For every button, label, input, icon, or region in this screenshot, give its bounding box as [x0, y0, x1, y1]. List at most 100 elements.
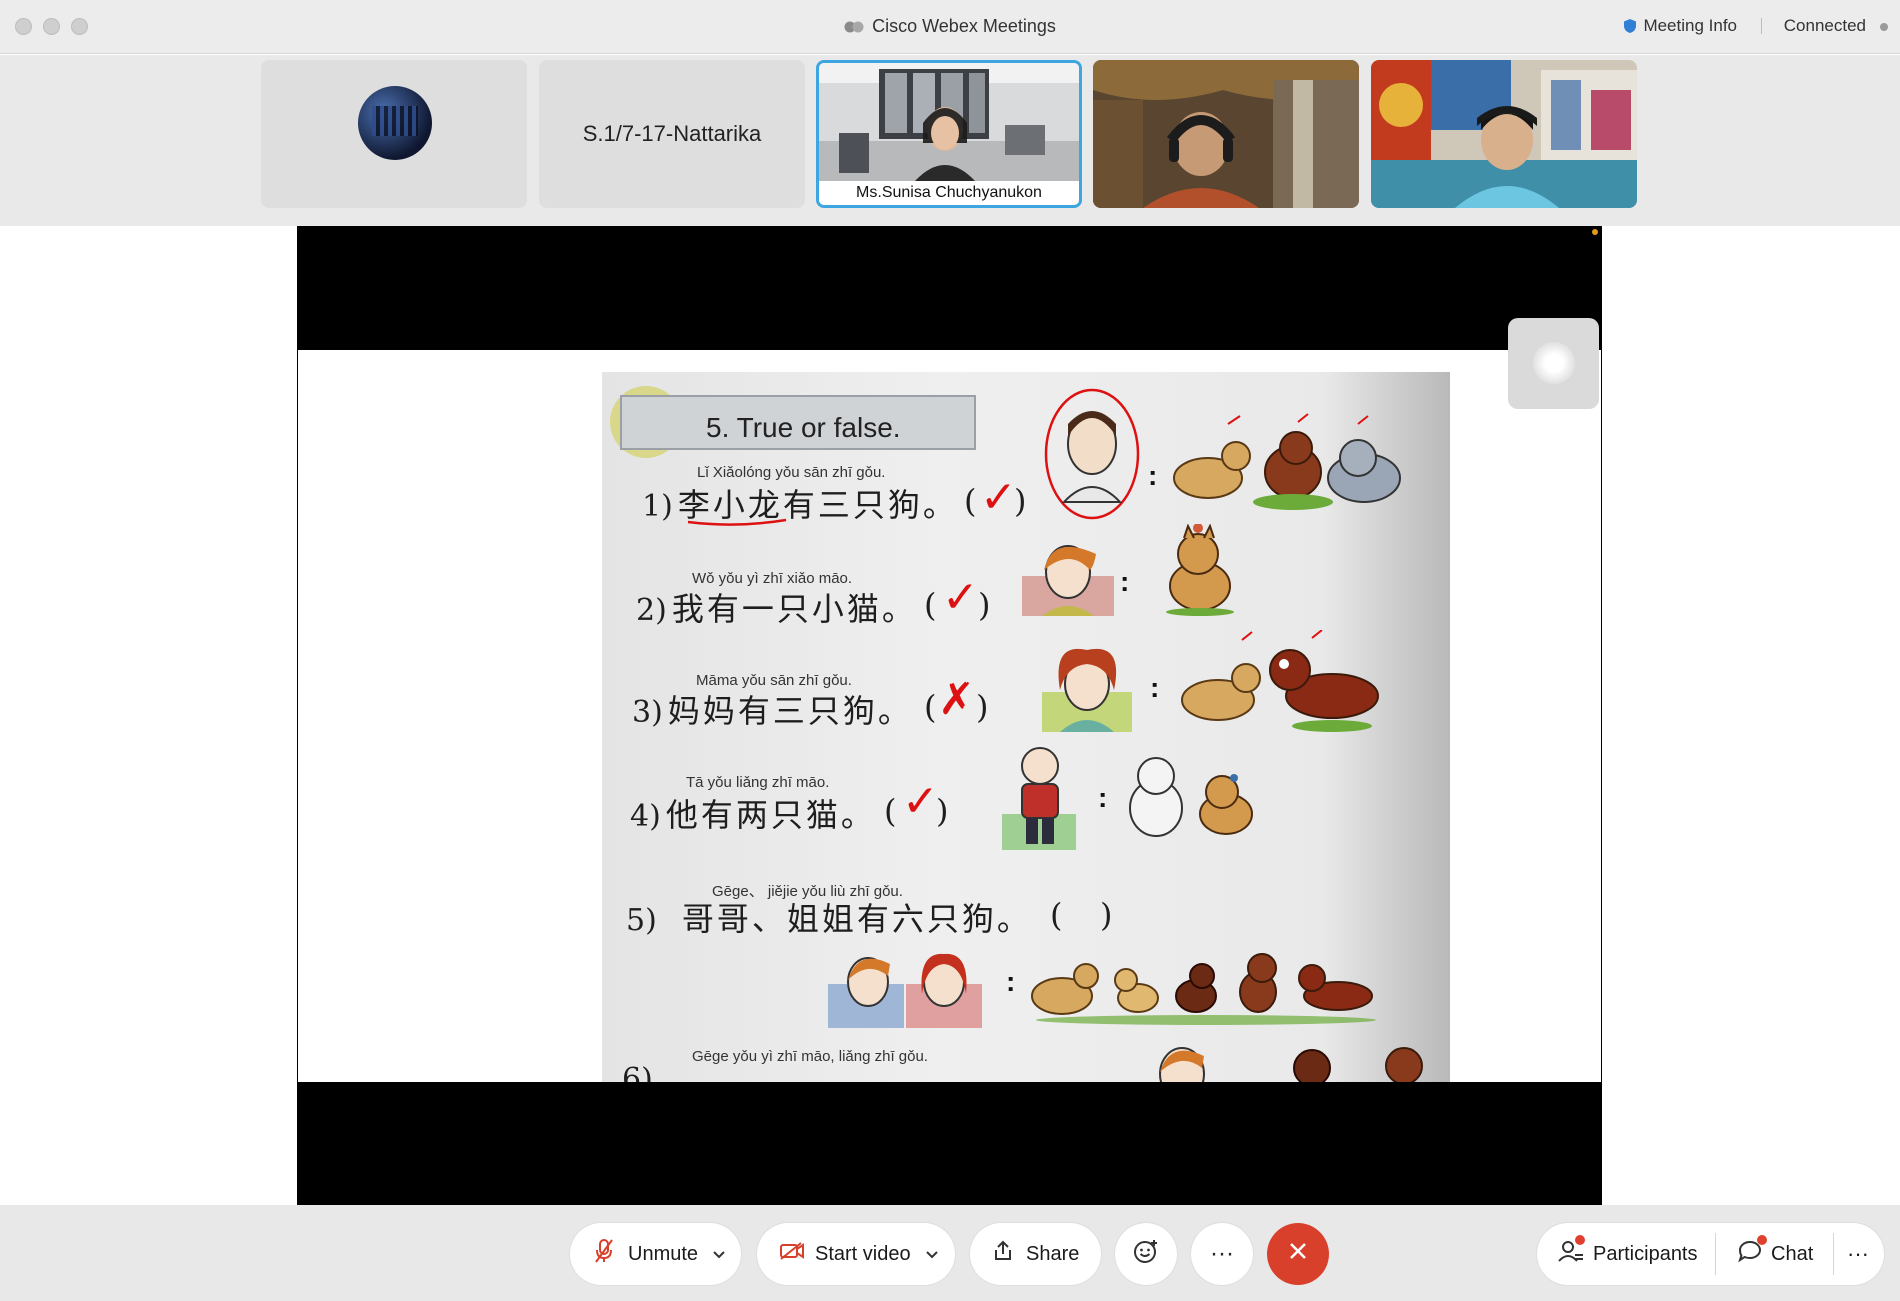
chat-button[interactable]: Chat [1737, 1223, 1813, 1285]
answer-paren-close: ) [936, 792, 949, 830]
start-video-label: Start video [815, 1242, 911, 1265]
reactions-button[interactable] [1115, 1223, 1177, 1285]
chat-label: Chat [1771, 1242, 1814, 1265]
answer-paren-open: ( [924, 688, 937, 726]
item-1-pinyin: Lǐ Xiǎolóng yǒu sān zhī gǒu. [697, 464, 886, 481]
item-2-check-mark: ✓ [942, 572, 979, 623]
divider [1715, 1233, 1716, 1275]
character-portrait-circled [1044, 388, 1140, 520]
character-figure [1002, 747, 1076, 850]
item-3-sentence: 3) 妈妈有三只狗。 [632, 686, 913, 732]
participant-tile-avatar[interactable] [261, 60, 527, 208]
participants-label: Participants [1593, 1242, 1698, 1265]
item-hanzi: 他有两只猫。 [665, 796, 876, 834]
two-characters-portrait [828, 953, 982, 1028]
item-6-illustration [1159, 1047, 1423, 1082]
answer-paren-open: ( [1050, 896, 1063, 934]
chevron-down-icon[interactable] [712, 1243, 726, 1266]
item-number: 6) [622, 1062, 653, 1082]
participant-tile-named[interactable]: S.1/7-17-Nattarika [539, 60, 805, 208]
share-icon [992, 1240, 1014, 1268]
item-hanzi: 妈妈有三只狗。 [667, 692, 913, 730]
item-hanzi: 我有一只小猫。 [671, 590, 917, 628]
participants-button[interactable]: Participants [1557, 1223, 1698, 1285]
answer-paren-open: ( [924, 586, 937, 624]
item-number: 5) [626, 903, 657, 938]
muted-microphone-icon [594, 1238, 614, 1270]
annotation-knob-icon [1533, 342, 1575, 384]
exercise-title: True or false. [736, 412, 901, 443]
unmute-button[interactable]: Unmute [570, 1223, 741, 1285]
connection-status: Connected [1783, 16, 1866, 35]
item-6-sentence: 6) [622, 1062, 653, 1082]
cat-illustration [1166, 524, 1234, 616]
leave-meeting-button[interactable] [1267, 1223, 1329, 1285]
item-colon: : [1098, 782, 1108, 813]
participant-tile-video[interactable] [1371, 60, 1637, 208]
notification-badge [1575, 1235, 1585, 1245]
participant-tile-active-speaker[interactable]: Ms.Sunisa Chuchyanukon [816, 60, 1082, 208]
item-colon: : [1150, 672, 1160, 703]
answer-paren-open: ( [884, 792, 897, 830]
notification-badge [1757, 1235, 1767, 1245]
item-number: 3) [632, 695, 663, 730]
start-video-button[interactable]: Start video [757, 1223, 955, 1285]
item-4-check-mark: ✓ [902, 776, 939, 827]
title-separator [1761, 18, 1762, 34]
connection-indicator-icon [1880, 23, 1888, 31]
panel-button-group: Participants Chat ··· [1537, 1223, 1884, 1285]
item-4-pinyin: Tā yǒu liǎng zhī māo. [686, 774, 830, 791]
participant-name: S.1/7-17-Nattarika [582, 121, 762, 146]
character-portrait [1022, 545, 1114, 616]
title-bar: Cisco Webex Meetings Meeting Info Connec… [0, 0, 1900, 54]
item-colon: : [1006, 966, 1016, 997]
participant-video [819, 63, 1079, 181]
item-6-pinyin: Gēge yǒu yì zhī māo, liǎng zhī gǒu. [692, 1048, 928, 1065]
video-off-icon [779, 1241, 805, 1267]
unmute-label: Unmute [628, 1242, 699, 1265]
floating-annotation-control[interactable] [1508, 318, 1599, 409]
participant-video [1093, 60, 1359, 208]
six-dogs-illustration [1031, 953, 1376, 1025]
answer-paren-close: ) [976, 688, 989, 726]
more-options-button[interactable]: ··· [1191, 1223, 1253, 1285]
exercise-number: 5. [706, 412, 730, 443]
shield-icon [1623, 18, 1637, 39]
webex-logo-icon [844, 19, 864, 40]
participant-tile-video[interactable] [1093, 60, 1359, 208]
share-label: Share [1026, 1242, 1080, 1265]
item-5-sentence: 5) 哥哥、姐姐有六只狗。 [626, 894, 1032, 940]
chat-icon [1737, 1235, 1767, 1269]
emoji-icon [1133, 1238, 1159, 1271]
share-button[interactable]: Share [970, 1223, 1101, 1285]
divider [1833, 1233, 1834, 1275]
answer-paren-close: ) [978, 586, 991, 624]
answer-paren-close: ) [1014, 482, 1027, 520]
two-cats-illustration [1129, 757, 1253, 837]
overflow-menu-button[interactable]: ··· [1847, 1223, 1869, 1285]
exercise-heading: 5. True or false. [706, 412, 901, 444]
item-1-check-mark: ✓ [980, 472, 1017, 523]
chevron-down-icon[interactable] [925, 1243, 939, 1266]
item-colon: : [1148, 460, 1158, 491]
participant-video [1371, 60, 1637, 208]
answer-paren-close: ) [1100, 896, 1113, 934]
recording-indicator-icon [1592, 229, 1598, 235]
avatar [358, 86, 432, 160]
meeting-info-button[interactable]: Meeting Info [1623, 16, 1737, 39]
underline-annotation [687, 518, 787, 526]
two-dogs-illustration [1181, 630, 1379, 732]
textbook-page-photo: A汉 5. True or false. Lǐ Xiǎolóng yǒu sān… [602, 372, 1450, 1082]
meeting-info-label: Meeting Info [1643, 16, 1737, 35]
item-number: 2) [636, 593, 667, 628]
item-4-sentence: 4) 他有两只猫。 [630, 790, 876, 836]
item-2-sentence: 2) 我有一只小猫。 [636, 584, 917, 630]
three-dogs-illustration [1173, 413, 1401, 510]
window-title-text: Cisco Webex Meetings [872, 16, 1056, 36]
item-3-cross-mark: ✗ [938, 674, 975, 725]
item-colon: : [1120, 566, 1130, 597]
item-number: 1) [642, 489, 673, 524]
item-number: 4) [630, 799, 661, 834]
more-icon: ··· [1210, 1240, 1234, 1267]
window-title: Cisco Webex Meetings [0, 16, 1900, 40]
